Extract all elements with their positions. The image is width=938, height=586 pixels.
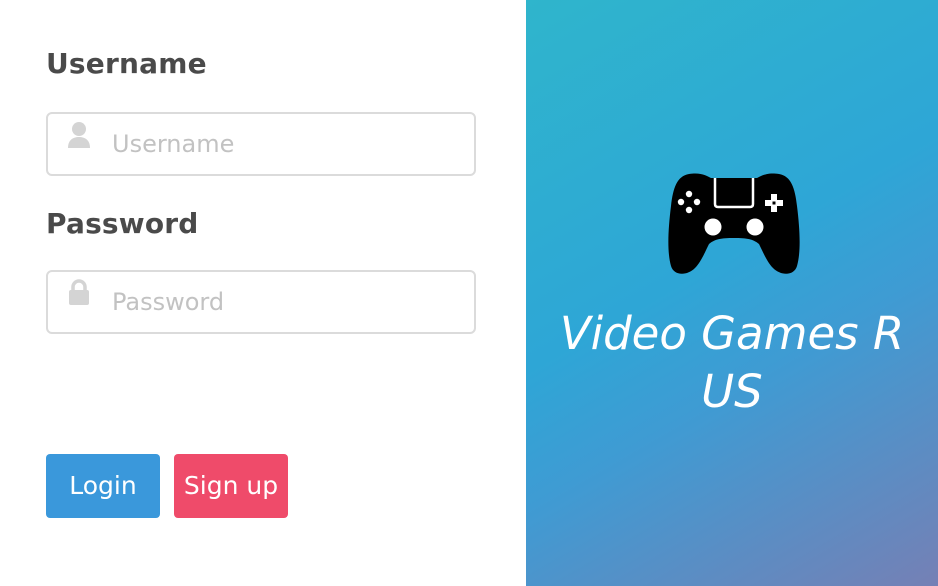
gamepad-icon [668, 173, 800, 274]
username-field[interactable] [46, 112, 476, 176]
login-button[interactable]: Login [46, 454, 160, 518]
username-input[interactable] [112, 114, 462, 174]
signup-button[interactable]: Sign up [174, 454, 288, 518]
login-form-panel: Username Password Login Sign up [0, 0, 526, 586]
password-input[interactable] [112, 272, 462, 332]
login-page: Username Password Login Sign up [0, 0, 938, 586]
password-label: Password [46, 207, 199, 240]
brand-title: Video Games R US [559, 307, 905, 418]
username-label: Username [46, 47, 207, 80]
user-icon [68, 122, 90, 148]
brand-panel: Video Games R US [526, 0, 938, 586]
lock-icon [69, 279, 89, 305]
password-field[interactable] [46, 270, 476, 334]
